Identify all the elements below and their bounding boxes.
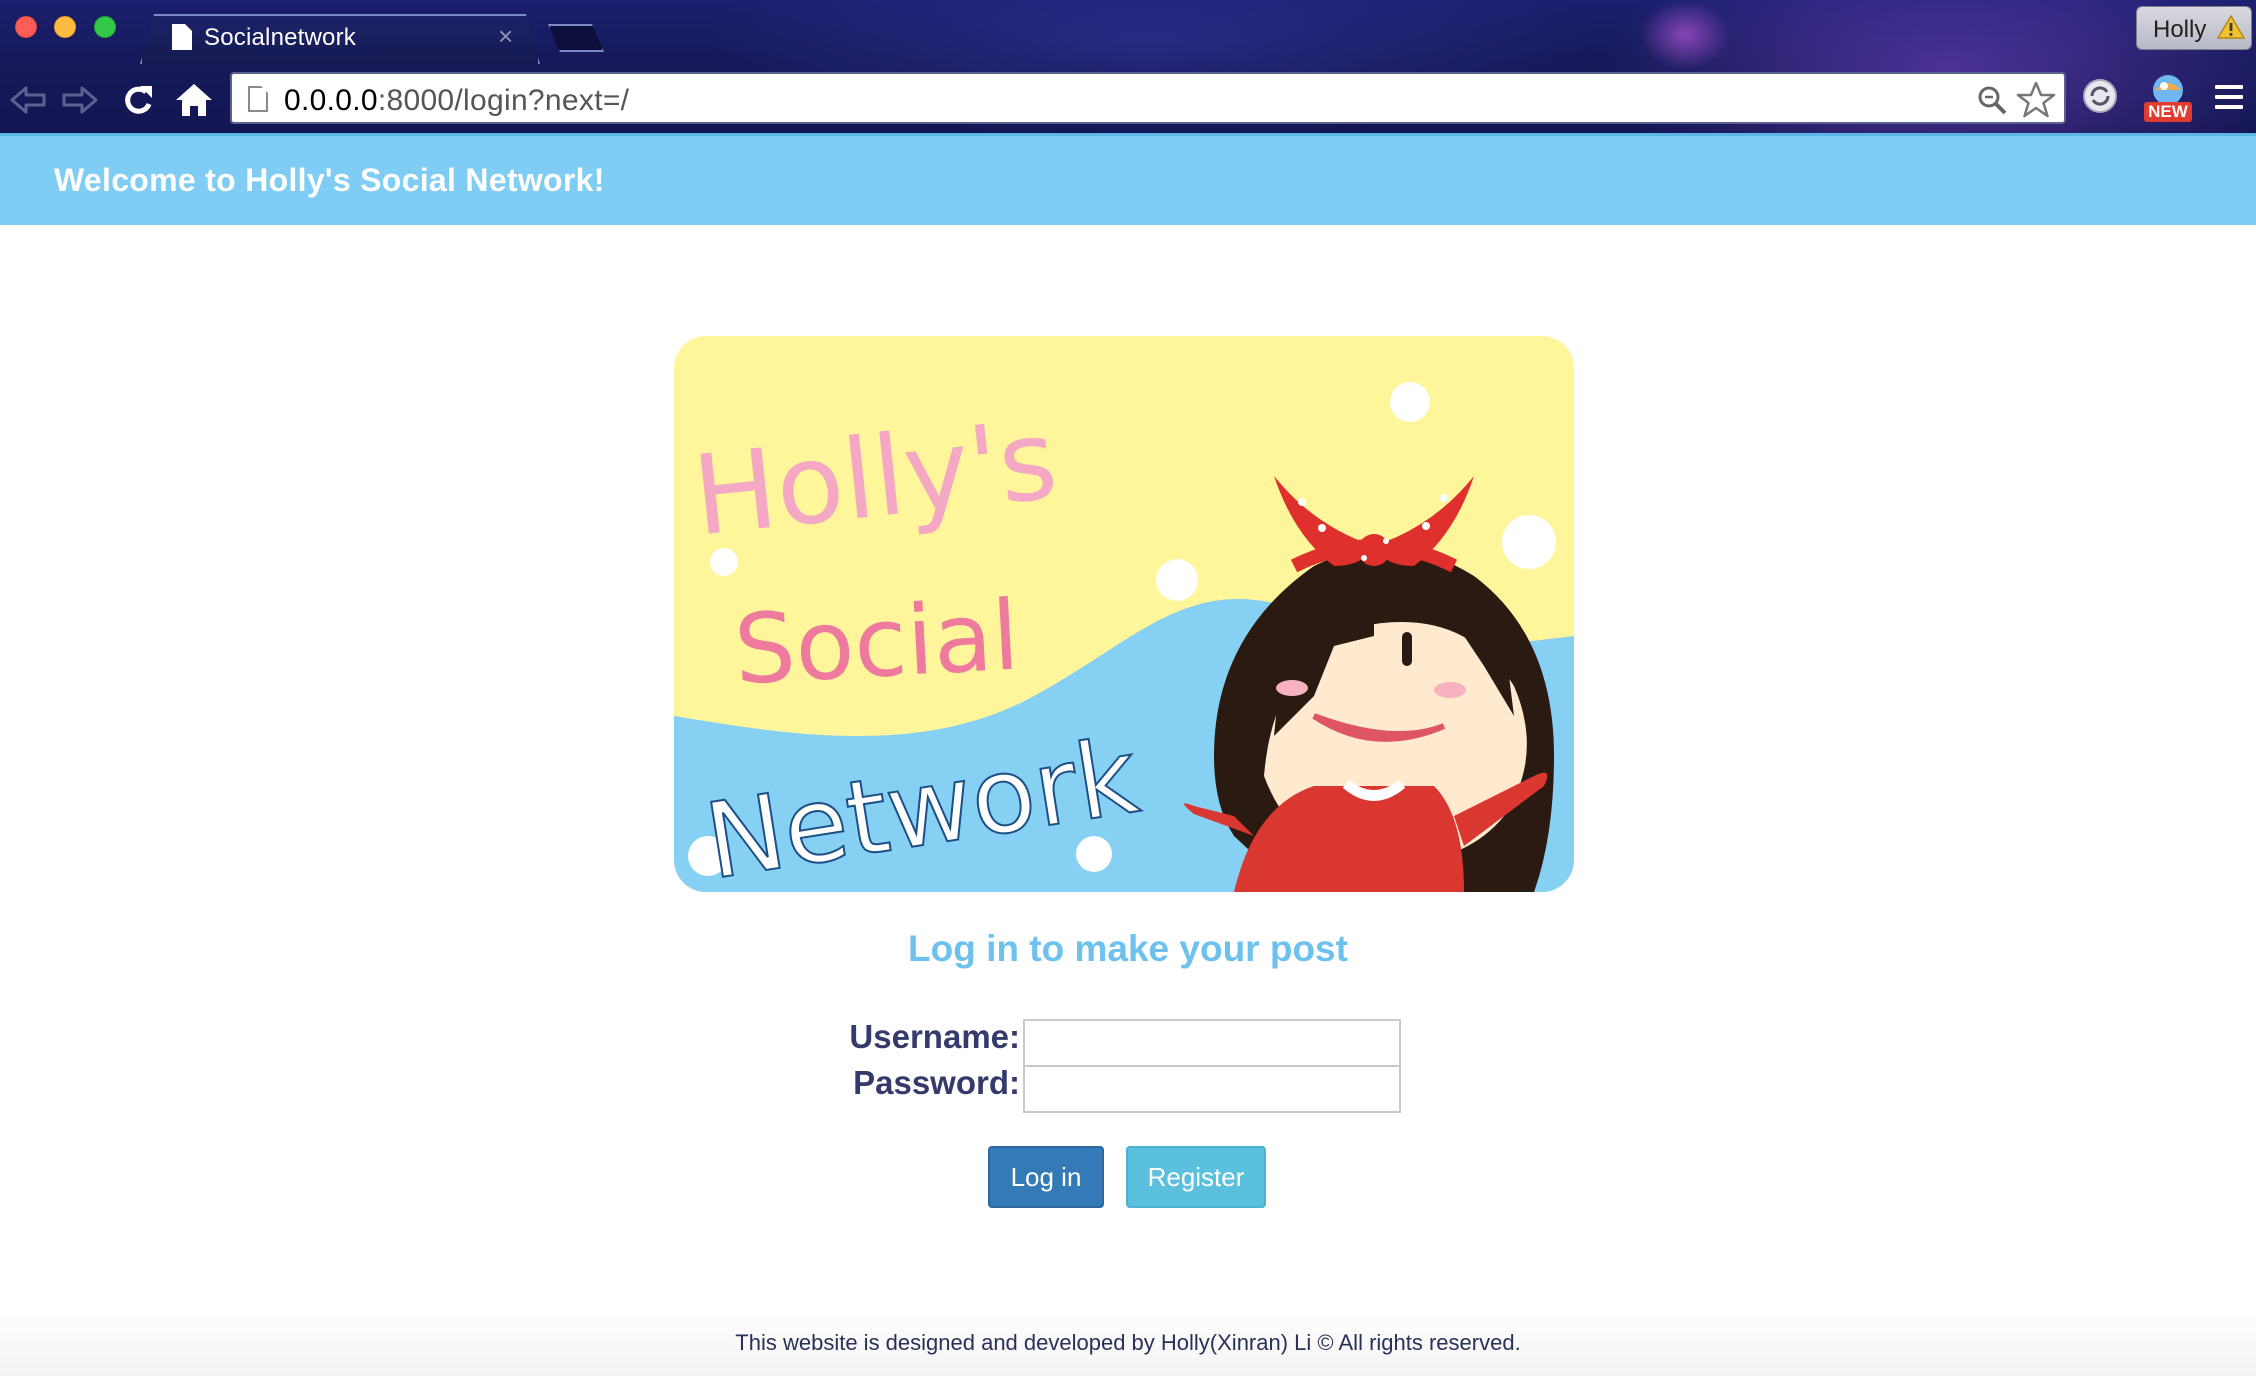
profile-name: Holly <box>2153 16 2207 43</box>
hero-line-social: Social <box>732 579 1022 706</box>
new-tab-button[interactable] <box>548 24 604 52</box>
footer-text: This website is designed and developed b… <box>735 1330 1521 1355</box>
profile-button[interactable]: Holly <box>2136 6 2252 50</box>
home-icon[interactable] <box>172 80 216 120</box>
back-icon[interactable] <box>6 80 50 120</box>
register-button[interactable]: Register <box>1126 1146 1266 1208</box>
minimize-window-button[interactable] <box>54 16 76 38</box>
site-header: Welcome to Holly's Social Network! <box>0 133 2256 225</box>
login-button[interactable]: Log in <box>988 1146 1104 1208</box>
menu-icon[interactable] <box>2214 82 2244 112</box>
password-label: Password: <box>853 1064 1020 1101</box>
page-footer: This website is designed and developed b… <box>0 1308 2256 1376</box>
tab-title: Socialnetwork <box>204 24 357 51</box>
reload-icon[interactable] <box>116 80 160 120</box>
address-bar[interactable]: 0.0.0.0:8000/login?next=/ <box>230 72 2066 124</box>
tab-close-button[interactable]: × <box>498 22 513 50</box>
username-input[interactable] <box>1023 1019 1401 1067</box>
page-icon <box>248 86 268 112</box>
url-host: 0.0.0.0 <box>284 84 378 117</box>
extension-badge: NEW <box>2148 102 2188 121</box>
username-label: Username: <box>849 1018 1020 1055</box>
url-text[interactable]: 0.0.0.0:8000/login?next=/ <box>284 84 629 118</box>
site-title: Welcome to Holly's Social Network! <box>54 162 605 198</box>
warning-icon <box>2217 15 2245 39</box>
forward-icon[interactable] <box>58 80 102 120</box>
holly-illustration: Holly's Social Network <box>674 336 1574 892</box>
maximize-window-button[interactable] <box>94 16 116 38</box>
close-window-button[interactable] <box>15 16 37 38</box>
background-glow <box>1640 0 1730 70</box>
extension-icon[interactable]: NEW <box>2142 72 2194 124</box>
login-heading: Log in to make your post <box>908 928 1348 969</box>
sync-icon[interactable] <box>2082 78 2118 114</box>
hero-banner: Holly's Social Network <box>674 336 1574 892</box>
browser-chrome: Socialnetwork × Holly 0.0.0.0:8000/login… <box>0 0 2256 133</box>
search-icon[interactable] <box>1976 84 2008 116</box>
star-icon[interactable] <box>2016 80 2056 120</box>
url-path: :8000/login?next=/ <box>377 84 630 117</box>
password-input[interactable] <box>1023 1065 1401 1113</box>
